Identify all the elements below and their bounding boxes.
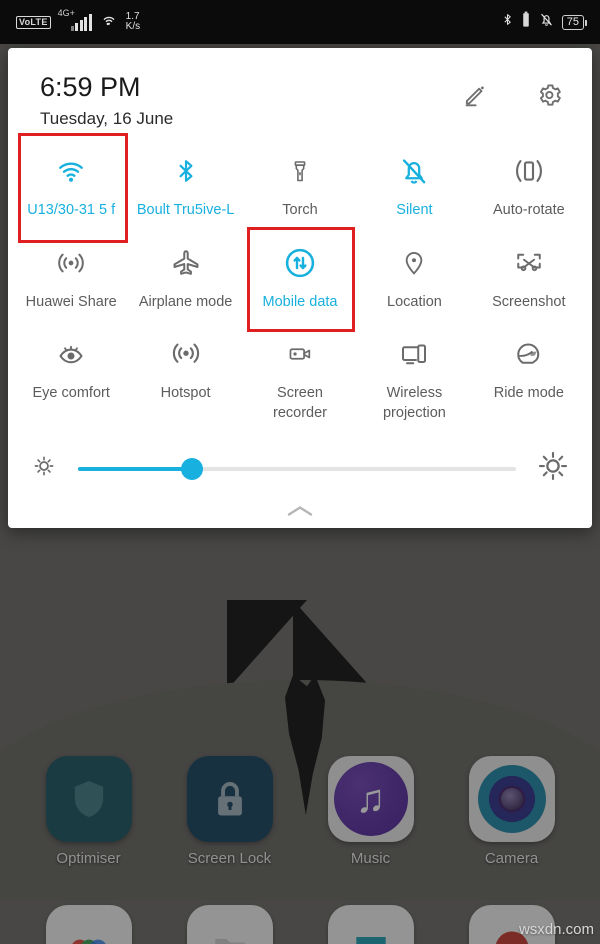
tile-ride-mode[interactable]: Ride mode xyxy=(472,324,586,435)
bell-muted-icon xyxy=(538,10,555,34)
bell-muted-icon xyxy=(394,151,434,191)
phone-screen: Optimiser Screen Lock ♫ Music Camera VoL… xyxy=(0,0,600,944)
tile-label: Mobile data xyxy=(262,293,338,310)
wifi-icon xyxy=(51,151,91,191)
brightness-slider[interactable] xyxy=(78,457,516,480)
brightness-high-icon[interactable] xyxy=(536,449,570,488)
video-camera-icon xyxy=(280,334,320,374)
tile-label: Airplane mode xyxy=(138,293,233,310)
helmet-icon xyxy=(509,334,549,374)
tile-label: Silent xyxy=(396,202,433,219)
panel-header: 6:59 PM Tuesday, 16 June xyxy=(8,66,592,133)
bluetooth-icon xyxy=(166,151,206,191)
tile-row-1: U13/30-31 5 f Boult Tru5ive-L Torch Sile… xyxy=(14,133,586,243)
tile-auto-rotate[interactable]: Auto-rotate xyxy=(472,141,586,233)
volte-icon: VoLTE xyxy=(16,15,51,29)
tile-label: Huawei Share xyxy=(25,293,117,310)
collapse-panel-handle[interactable] xyxy=(8,494,592,528)
battery-indicator: 75 xyxy=(561,14,588,30)
tile-location[interactable]: Location xyxy=(357,233,471,325)
tile-label: U13/30-31 5 f xyxy=(27,202,116,219)
brightness-low-icon[interactable] xyxy=(30,452,58,485)
watermark: wsxdn.com xyxy=(518,921,594,938)
tile-label: Eye comfort xyxy=(32,385,110,402)
data-speed-indicator: 1.7 K/s xyxy=(126,12,140,32)
auto-rotate-icon xyxy=(509,151,549,191)
tile-label: Hotspot xyxy=(160,385,211,402)
tile-label: Wireless projection xyxy=(382,385,446,421)
tile-hotspot[interactable]: Hotspot xyxy=(128,324,242,435)
tile-wifi[interactable]: U13/30-31 5 f xyxy=(14,133,129,243)
tile-torch[interactable]: Torch xyxy=(243,141,357,233)
tile-screen-recorder[interactable]: Screen recorder xyxy=(243,324,357,435)
data-speed-unit: K/s xyxy=(125,21,141,32)
tile-label: Location xyxy=(387,293,442,310)
tile-label: Boult Tru5ive-L xyxy=(136,202,235,219)
tile-bluetooth[interactable]: Boult Tru5ive-L xyxy=(128,141,242,233)
clock-block[interactable]: 6:59 PM Tuesday, 16 June xyxy=(40,72,460,129)
tile-huawei-share[interactable]: Huawei Share xyxy=(14,233,128,325)
signal-bars-icon: 4G+ xyxy=(58,8,92,31)
screenshot-icon xyxy=(509,243,549,283)
tile-mobile-data[interactable]: Mobile data xyxy=(243,226,357,332)
wifi-icon xyxy=(99,11,119,33)
hotspot-icon xyxy=(166,334,206,374)
clock-date: Tuesday, 16 June xyxy=(40,109,174,129)
tile-label: Screen recorder xyxy=(273,385,328,421)
gear-icon[interactable] xyxy=(534,80,564,110)
tile-silent[interactable]: Silent xyxy=(357,141,471,233)
tile-label: Torch xyxy=(282,202,318,219)
eye-icon xyxy=(51,334,91,374)
network-type-label: 4G+ xyxy=(57,7,75,18)
tile-row-3: Eye comfort Hotspot Screen recorder Wire… xyxy=(14,324,586,435)
brightness-slider-thumb[interactable] xyxy=(180,457,203,480)
flashlight-icon xyxy=(280,151,320,191)
pencil-edit-icon[interactable] xyxy=(460,80,490,110)
tile-label: Ride mode xyxy=(493,385,564,402)
cast-devices-icon xyxy=(394,334,434,374)
tile-eye-comfort[interactable]: Eye comfort xyxy=(14,324,128,435)
bluetooth-icon xyxy=(501,10,514,34)
tile-row-2: Huawei Share Airplane mode Mobile data L… xyxy=(14,226,586,332)
clock-time: 6:59 PM xyxy=(40,72,141,102)
tile-label: Screenshot xyxy=(492,293,566,310)
broadcast-icon xyxy=(51,243,91,283)
brightness-control xyxy=(8,435,592,494)
tile-wireless-projection[interactable]: Wireless projection xyxy=(357,324,471,435)
quick-settings-panel: 6:59 PM Tuesday, 16 June U13/30-31 5 f B… xyxy=(8,48,592,529)
mobile-data-icon xyxy=(280,243,320,283)
tile-screenshot[interactable]: Screenshot xyxy=(472,233,586,325)
tile-label: Auto-rotate xyxy=(492,202,565,219)
airplane-icon xyxy=(166,243,206,283)
quick-settings-tiles: U13/30-31 5 f Boult Tru5ive-L Torch Sile… xyxy=(8,133,592,435)
status-bar: VoLTE 4G+ 1.7 K/s 75 xyxy=(0,0,600,44)
location-pin-icon xyxy=(394,243,434,283)
tile-airplane-mode[interactable]: Airplane mode xyxy=(128,233,242,325)
headset-battery-icon xyxy=(521,10,531,34)
